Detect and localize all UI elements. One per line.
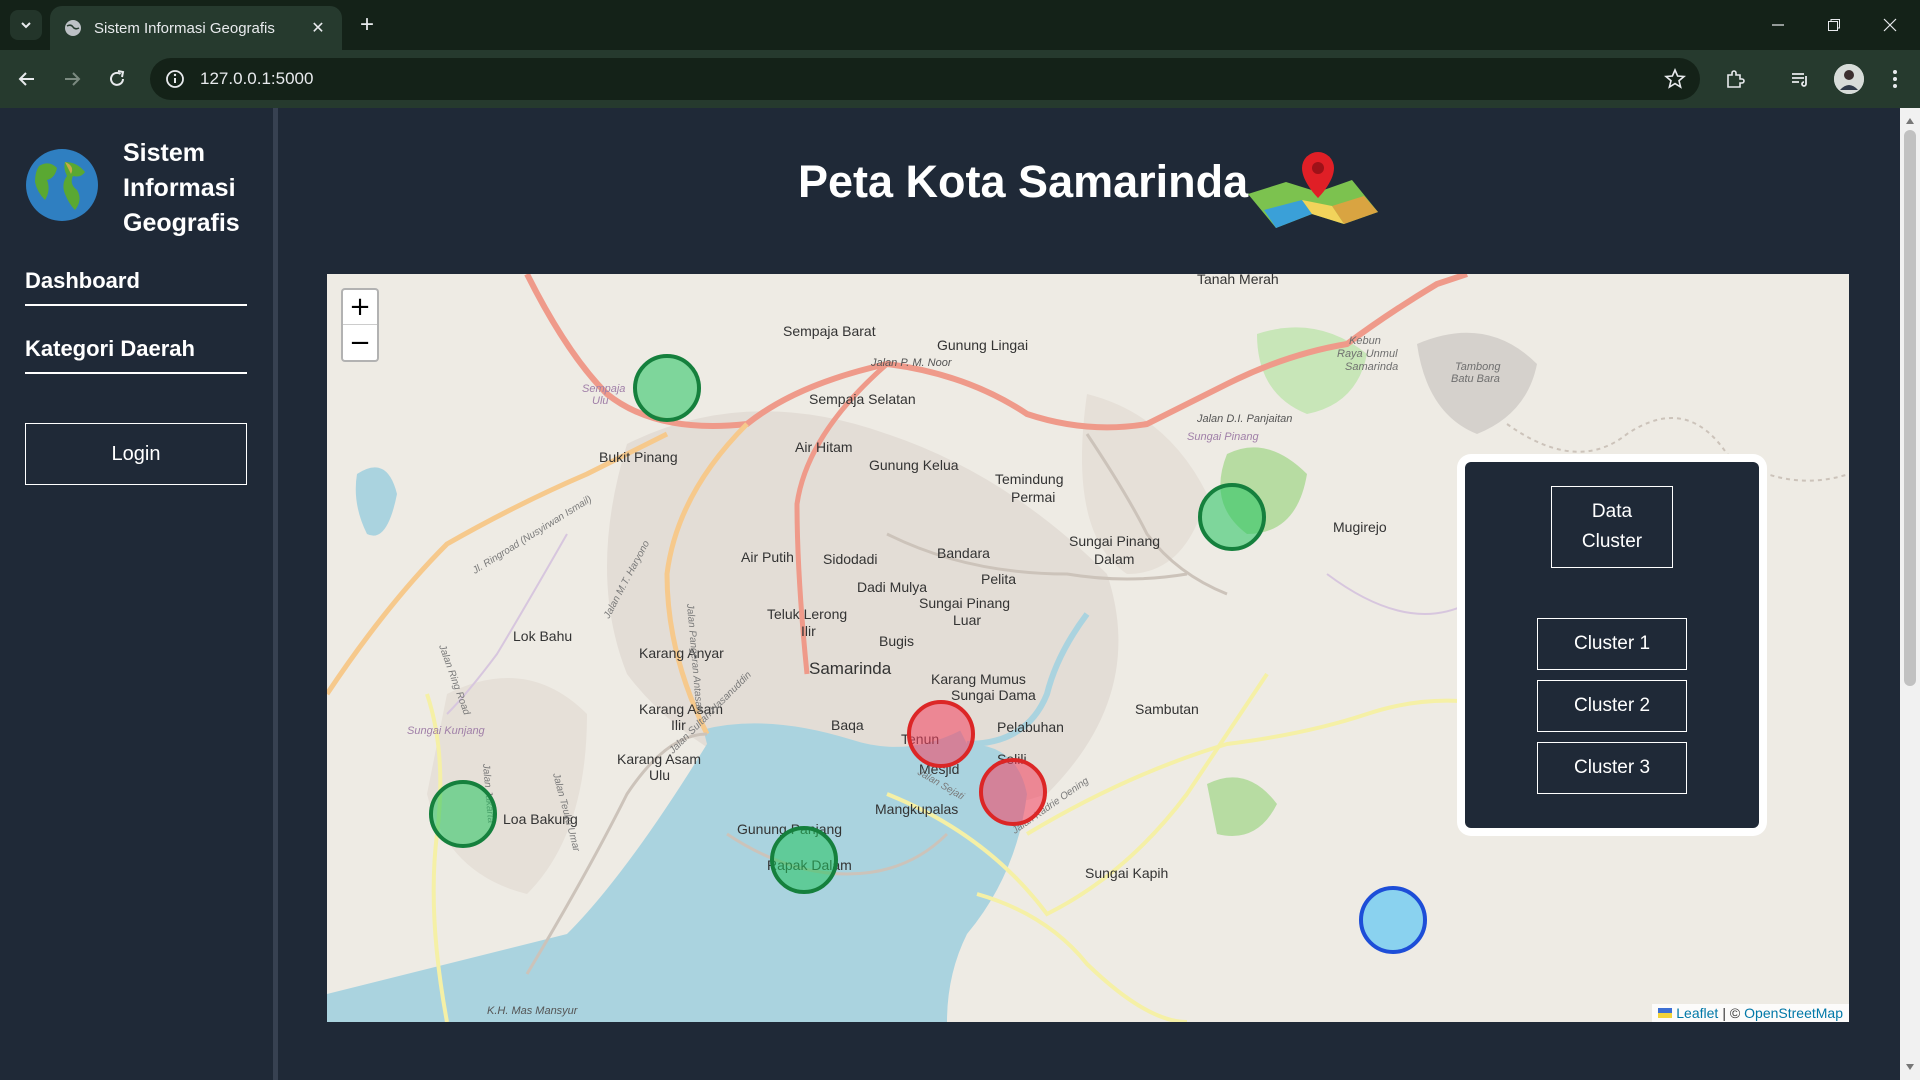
extensions-icon[interactable] xyxy=(1720,64,1750,94)
close-tab-icon[interactable]: ✕ xyxy=(308,18,328,38)
login-button[interactable]: Login xyxy=(25,423,247,485)
brand-line-3: Geografis xyxy=(123,209,240,237)
data-cluster-button[interactable]: Data Cluster xyxy=(1551,486,1673,568)
page-title: Peta Kota Samarinda xyxy=(798,156,1249,207)
cluster-marker[interactable] xyxy=(633,354,701,422)
browser-tabbar: Sistem Informasi Geografis ✕ + xyxy=(0,0,1920,50)
minimize-icon[interactable] xyxy=(1750,0,1806,50)
brand-line-2: Informasi xyxy=(123,174,236,202)
zoom-control: + − xyxy=(341,288,379,362)
reload-icon[interactable] xyxy=(100,62,134,96)
globe-logo-icon xyxy=(26,149,98,221)
menu-kebab-icon[interactable] xyxy=(1880,64,1910,94)
globe-favicon-icon xyxy=(65,20,81,36)
cluster-marker[interactable] xyxy=(907,700,975,768)
cluster-marker[interactable] xyxy=(1359,886,1427,954)
sidebar: Sistem Informasi Geografis Dashboard Kat… xyxy=(0,108,278,1080)
page: Sistem Informasi Geografis Dashboard Kat… xyxy=(0,108,1900,1080)
restore-icon[interactable] xyxy=(1806,0,1862,50)
map-attribution: Leaflet | © OpenStreetMap xyxy=(1652,1004,1849,1022)
site-info-icon[interactable] xyxy=(164,68,186,90)
zoom-out-button[interactable]: − xyxy=(343,325,377,360)
ukraine-flag-icon xyxy=(1658,1008,1673,1018)
new-tab-icon[interactable]: + xyxy=(354,11,380,38)
page-scrollbar[interactable] xyxy=(1900,108,1920,1080)
openstreetmap-link[interactable]: OpenStreetMap xyxy=(1744,1005,1843,1021)
nav-dashboard[interactable]: Dashboard xyxy=(25,268,247,306)
data-cluster-line-1: Data xyxy=(1591,501,1633,522)
tab-search-chevron-icon[interactable] xyxy=(10,10,42,40)
cluster-marker[interactable] xyxy=(429,780,497,848)
cluster-panel: Data Cluster Cluster 1 Cluster 2 Cluster… xyxy=(1457,454,1767,836)
cluster-3-button[interactable]: Cluster 3 xyxy=(1537,742,1687,794)
close-window-icon[interactable] xyxy=(1862,0,1918,50)
leaflet-link[interactable]: Leaflet xyxy=(1676,1005,1718,1021)
attribution-separator: | © xyxy=(1722,1005,1741,1021)
cluster-2-button[interactable]: Cluster 2 xyxy=(1537,680,1687,732)
scrollbar-thumb[interactable] xyxy=(1904,130,1916,686)
tab-title: Sistem Informasi Geografis xyxy=(94,19,275,37)
folded-map-pin-icon xyxy=(1248,152,1378,228)
nav-kategori-daerah[interactable]: Kategori Daerah xyxy=(25,336,247,374)
data-cluster-line-2: Cluster xyxy=(1581,531,1643,552)
cluster-marker[interactable] xyxy=(1198,483,1266,551)
cluster-marker[interactable] xyxy=(770,826,838,894)
url-text: 127.0.0.1:5000 xyxy=(200,69,314,88)
cluster-1-button[interactable]: Cluster 1 xyxy=(1537,618,1687,670)
media-queue-icon[interactable] xyxy=(1785,64,1815,94)
cluster-marker[interactable] xyxy=(979,758,1047,826)
browser-toolbar: 127.0.0.1:5000 xyxy=(0,50,1920,108)
map-container[interactable]: Tanah Merah Sempaja Barat Gunung Lingai … xyxy=(327,274,1849,1022)
zoom-in-button[interactable]: + xyxy=(343,290,377,325)
brand-line-1: Sistem xyxy=(123,139,205,167)
address-bar[interactable]: 127.0.0.1:5000 xyxy=(150,58,1700,100)
brand: Sistem Informasi Geografis xyxy=(25,136,253,241)
browser-tab[interactable]: Sistem Informasi Geografis ✕ xyxy=(50,6,342,50)
forward-icon[interactable] xyxy=(55,62,89,96)
back-icon[interactable] xyxy=(10,62,44,96)
profile-avatar[interactable] xyxy=(1834,64,1864,94)
bookmark-star-icon[interactable] xyxy=(1664,68,1686,90)
